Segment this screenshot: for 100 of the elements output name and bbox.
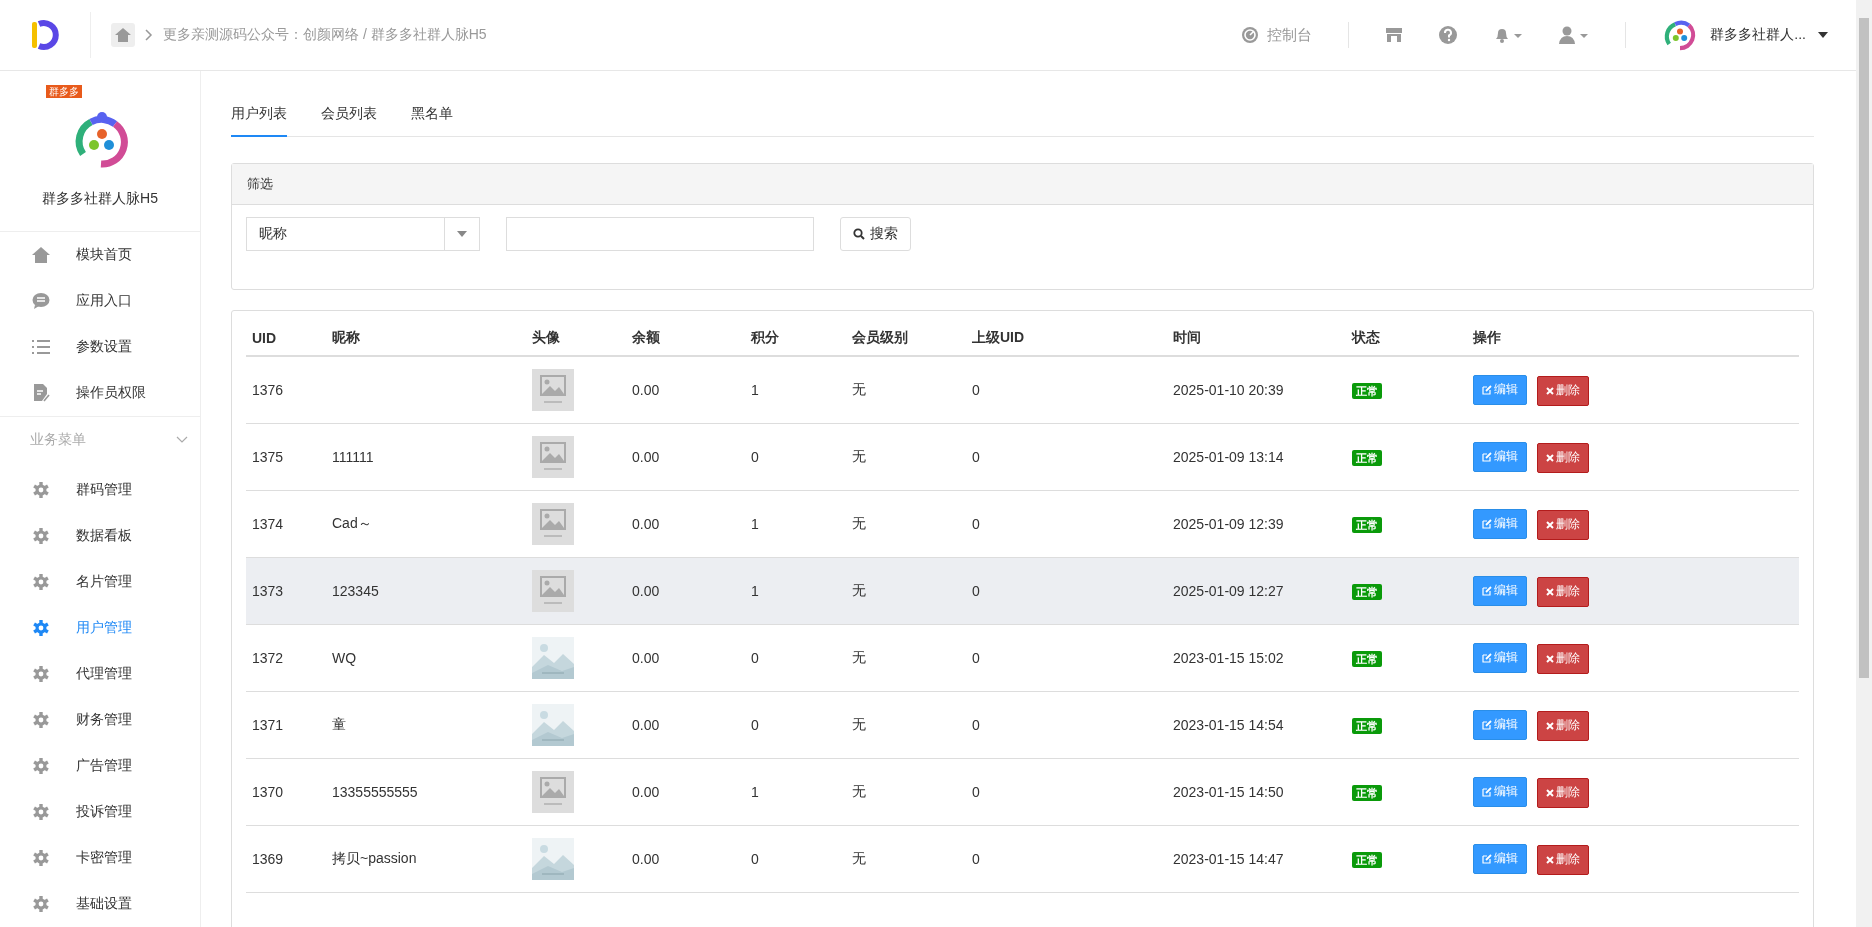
help-icon[interactable] — [1439, 26, 1458, 44]
nickname-cell: 111111 — [332, 449, 374, 465]
delete-button[interactable]: 删除 — [1537, 442, 1589, 473]
edit-icon — [1482, 451, 1492, 462]
search-icon — [853, 228, 865, 240]
sidebar-item[interactable]: 基础设置 — [0, 881, 200, 927]
image-placeholder-icon — [532, 771, 574, 813]
balance-cell: 0.00 — [632, 516, 660, 532]
balance-cell: 0.00 — [632, 449, 660, 465]
parent-uid-cell: 0 — [972, 717, 980, 733]
points-cell: 0 — [751, 650, 759, 666]
edit-icon — [1482, 585, 1492, 596]
sidebar-item[interactable]: 代理管理 — [0, 651, 200, 697]
uid-cell: 1374 — [252, 516, 284, 532]
sidebar-item[interactable]: 卡密管理 — [0, 835, 200, 881]
edit-icon — [1482, 652, 1492, 663]
dashboard-icon — [1241, 26, 1260, 44]
table-row[interactable]: 1370 13355555555 0.00 1 无 0 2023-01-15 14:50 正常 编辑 删除 — [246, 758, 1799, 826]
balance-cell: 0.00 — [632, 784, 660, 800]
filter-title: 筛选 — [247, 176, 273, 191]
sidebar-item[interactable]: 广告管理 — [0, 743, 200, 789]
sidebar-item[interactable]: 群码管理 — [0, 467, 200, 513]
sidebar-item[interactable]: 名片管理 — [0, 559, 200, 605]
search-button[interactable]: 搜索 — [840, 217, 911, 251]
list-icon — [32, 338, 50, 356]
status-badge: 正常 — [1352, 516, 1382, 533]
table-row[interactable]: 1376 0.00 1 无 0 2025-01-10 20:39 正常 编辑 删除 — [246, 356, 1799, 424]
store-icon[interactable] — [1385, 27, 1404, 43]
image-placeholder-icon — [532, 503, 574, 545]
image-placeholder-icon — [532, 436, 574, 478]
delete-button[interactable]: 删除 — [1537, 844, 1589, 875]
delete-button[interactable]: 删除 — [1537, 375, 1589, 406]
time-cell: 2023-01-15 14:47 — [1173, 851, 1284, 867]
delete-button[interactable]: 删除 — [1537, 509, 1589, 540]
column-header: UID — [252, 330, 277, 346]
parent-uid-cell: 0 — [972, 784, 980, 800]
nickname-cell: Cad～ — [332, 515, 372, 531]
column-header: 上级UID — [972, 329, 1025, 345]
sidebar-item[interactable]: 模块首页 — [0, 232, 200, 278]
app-name: 群多多社群人脉H5 — [42, 190, 158, 208]
table-row[interactable]: 1369 拷贝~passion 0.00 0 无 0 2023-01-15 14:47 正常 编辑 删除 — [246, 825, 1799, 893]
delete-button[interactable]: 删除 — [1537, 710, 1589, 741]
sidebar-item[interactable]: 操作员权限 — [0, 370, 200, 416]
close-icon — [1546, 855, 1554, 864]
level-cell: 无 — [852, 381, 866, 397]
close-icon — [1546, 654, 1554, 663]
column-header: 昵称 — [332, 329, 360, 345]
edit-icon — [1482, 384, 1492, 395]
status-badge: 正常 — [1352, 382, 1382, 399]
nickname-cell: 拷贝~passion — [332, 850, 417, 866]
uid-cell: 1376 — [252, 382, 284, 398]
field-select[interactable]: 昵称 — [246, 217, 480, 251]
gear-icon — [32, 803, 50, 821]
document-edit-icon — [32, 384, 50, 402]
sidebar-item[interactable]: 财务管理 — [0, 697, 200, 743]
level-cell: 无 — [852, 448, 866, 464]
time-cell: 2025-01-10 20:39 — [1173, 382, 1284, 398]
ribbon-label: 群多多 — [46, 85, 82, 98]
caret-icon — [457, 231, 467, 237]
sidebar-item[interactable]: 数据看板 — [0, 513, 200, 559]
tab[interactable]: 会员列表 — [321, 95, 377, 137]
scrollbar[interactable] — [1856, 0, 1872, 927]
column-header: 时间 — [1173, 329, 1201, 345]
table-row[interactable]: 1372 WQ 0.00 0 无 0 2023-01-15 15:02 正常 编辑 删除 — [246, 624, 1799, 692]
sidebar-item[interactable]: 投诉管理 — [0, 789, 200, 835]
table-row[interactable]: 1373 123345 0.00 1 无 0 2025-01-09 12:27 正常 编辑 删除 — [246, 557, 1799, 625]
gear-icon — [32, 573, 50, 591]
gear-icon — [32, 757, 50, 775]
gear-icon — [32, 619, 50, 637]
bell-icon[interactable] — [1493, 26, 1524, 44]
close-icon — [1546, 721, 1554, 730]
user-icon[interactable] — [1559, 26, 1590, 44]
table-row[interactable]: 1374 Cad～ 0.00 1 无 0 2025-01-09 12:39 正常 编辑 删除 — [246, 490, 1799, 558]
points-cell: 1 — [751, 583, 759, 599]
gear-icon — [32, 849, 50, 867]
delete-button[interactable]: 删除 — [1537, 643, 1589, 674]
search-field[interactable] — [506, 217, 814, 251]
sidebar-item[interactable]: 应用入口 — [0, 278, 200, 324]
section-label: 业务菜单 — [30, 431, 86, 449]
delete-button[interactable]: 删除 — [1537, 576, 1589, 607]
level-cell: 无 — [852, 649, 866, 665]
points-cell: 0 — [751, 449, 759, 465]
parent-uid-cell: 0 — [972, 583, 980, 599]
sidebar-item[interactable]: 用户管理 — [0, 605, 200, 651]
time-cell: 2023-01-15 14:50 — [1173, 784, 1284, 800]
delete-button[interactable]: 删除 — [1537, 777, 1589, 808]
account-menu[interactable]: 群多多社群人... — [1662, 17, 1828, 53]
uid-cell: 1370 — [252, 784, 284, 800]
home-icon — [32, 246, 50, 264]
chevron-down-icon[interactable] — [176, 436, 188, 444]
tab[interactable]: 用户列表 — [231, 95, 287, 137]
level-cell: 无 — [852, 783, 866, 799]
table-row[interactable]: 1371 童 0.00 0 无 0 2023-01-15 14:54 正常 编辑 删除 — [246, 691, 1799, 759]
balance-cell: 0.00 — [632, 583, 660, 599]
parent-uid-cell: 0 — [972, 382, 980, 398]
tab[interactable]: 黑名单 — [411, 95, 453, 137]
table-row[interactable]: 1375 111111 0.00 0 无 0 2025-01-09 13:14 正常 编辑 删除 — [246, 423, 1799, 491]
home-button[interactable] — [111, 23, 135, 47]
status-badge: 正常 — [1352, 650, 1382, 667]
sidebar-item[interactable]: 参数设置 — [0, 324, 200, 370]
